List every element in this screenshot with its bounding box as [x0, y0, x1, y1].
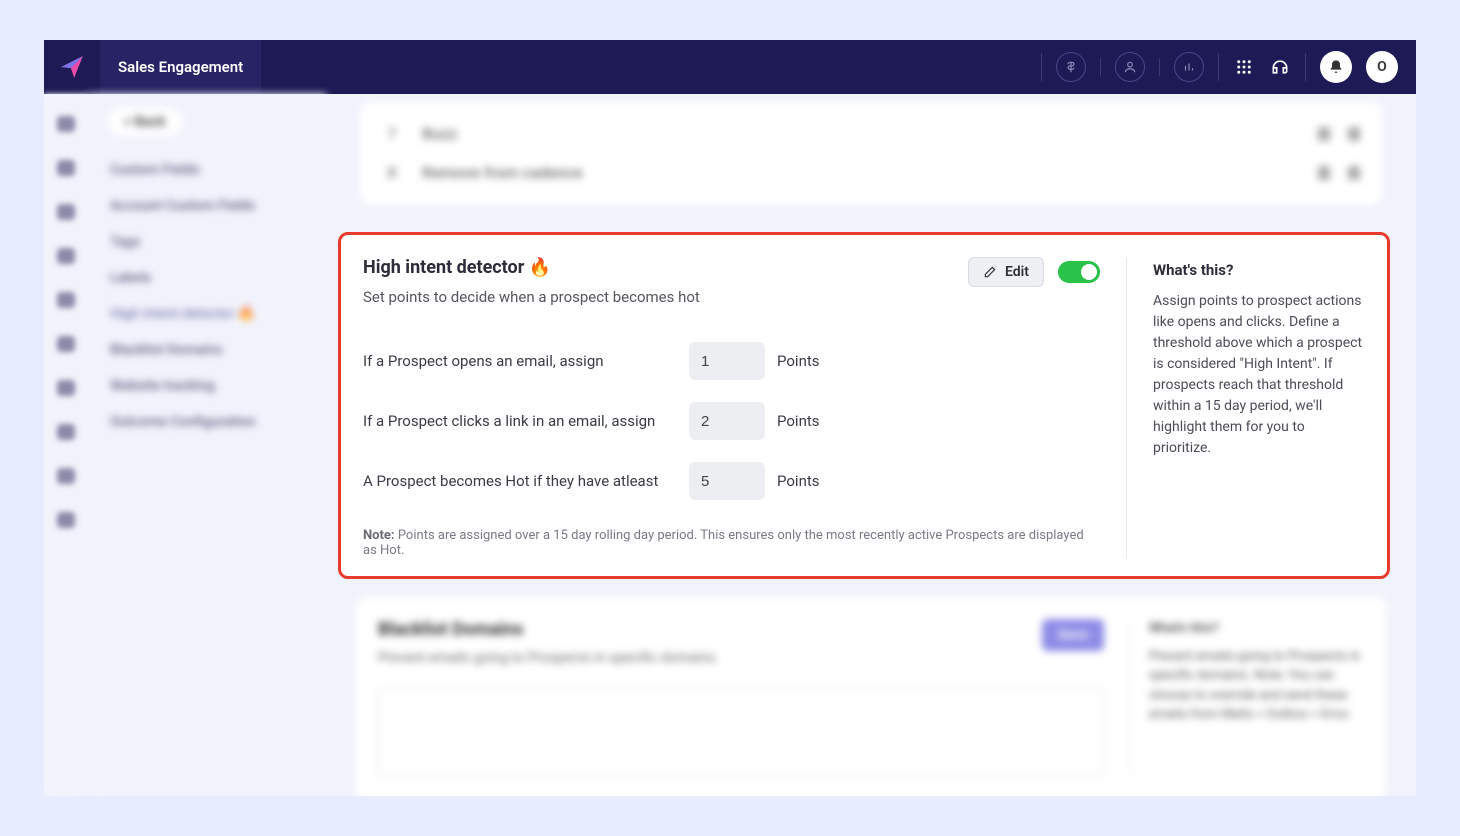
step-row: 7 Buzz	[378, 114, 1364, 153]
back-button[interactable]: < Back	[108, 108, 182, 136]
hid-actions: Edit	[968, 257, 1100, 287]
rule-label: If a Prospect opens an email, assign	[363, 352, 689, 370]
notifications-button[interactable]	[1320, 51, 1352, 83]
sidebar-item[interactable]: Website tracking	[108, 368, 306, 404]
hid-title: High intent detector 🔥	[363, 257, 700, 278]
hid-note: Note: Points are assigned over a 15 day …	[363, 528, 1100, 558]
analytics-icon[interactable]	[1174, 52, 1204, 82]
nav-mini-separator	[1100, 58, 1101, 76]
bb-help: What's this? Prevent emails going to Pro…	[1128, 619, 1364, 778]
dialpad-icon[interactable]	[1233, 56, 1255, 78]
avatar-initial: O	[1377, 59, 1387, 75]
step-label: Buzz	[422, 124, 457, 143]
toggle-knob	[1081, 264, 1097, 280]
step-number: 8	[382, 163, 402, 182]
blurred-steps-card-wrapper: 7 Buzz 8 Remove from cadence	[326, 102, 1416, 204]
blacklist-domains-input[interactable]	[378, 688, 1104, 778]
edit-button-label: Edit	[1005, 264, 1029, 280]
nav-separator	[1041, 53, 1042, 81]
step-label: Remove from cadence	[422, 163, 583, 182]
sidebar-item[interactable]: Blacklist Domains	[108, 332, 306, 368]
settings-side-panel: < Back Custom Fields Account Custom Fiel…	[88, 94, 326, 796]
rule-unit: Points	[777, 412, 820, 430]
rail-icon[interactable]	[57, 248, 75, 264]
hid-main-column: High intent detector 🔥 Set points to dec…	[363, 257, 1124, 558]
rule-row-hot-threshold: A Prospect becomes Hot if they have atle…	[363, 462, 1100, 500]
body-row: < Back Custom Fields Account Custom Fiel…	[44, 94, 1416, 796]
rail-icon[interactable]	[57, 468, 75, 484]
note-prefix: Note:	[363, 528, 395, 543]
edit-button[interactable]: Edit	[968, 257, 1044, 287]
rail-icon[interactable]	[57, 292, 75, 308]
navbar-right-cluster: O	[1041, 51, 1416, 83]
rule-unit: Points	[777, 472, 820, 490]
blacklist-domains-card: Blacklist Domains Prevent emails going t…	[356, 597, 1386, 796]
whats-this-title: What's this?	[1153, 261, 1365, 279]
sidebar-item[interactable]: Tags	[108, 224, 306, 260]
rail-icon[interactable]	[57, 160, 75, 176]
rail-icon[interactable]	[57, 380, 75, 396]
blacklist-subtitle: Prevent emails going to Prospects in spe…	[378, 650, 1042, 666]
blacklist-title: Blacklist Domains	[378, 619, 1042, 640]
sidebar-item[interactable]: Outcome Configuration	[108, 404, 306, 440]
delete-icon[interactable]	[1348, 166, 1360, 180]
rule-label: A Prospect becomes Hot if they have atle…	[363, 472, 689, 490]
points-input-click[interactable]	[689, 402, 765, 440]
rule-label: If a Prospect clicks a link in an email,…	[363, 412, 689, 430]
sidebar-item[interactable]: Account Custom Fields	[108, 188, 306, 224]
bb-whats-body: Prevent emails going to Prospects in spe…	[1149, 647, 1364, 725]
note-body: Points are assigned over a 15 day rollin…	[363, 528, 1084, 558]
high-intent-detector-card: High intent detector 🔥 Set points to dec…	[338, 232, 1390, 579]
step-row: 8 Remove from cadence	[378, 153, 1364, 192]
user-icon[interactable]	[1115, 52, 1145, 82]
bb-whats-title: What's this?	[1149, 619, 1364, 639]
hid-subtitle: Set points to decide when a prospect bec…	[363, 288, 700, 306]
left-icon-rail	[44, 94, 88, 796]
whats-this-body: Assign points to prospect actions like o…	[1153, 291, 1365, 459]
save-button[interactable]: Save	[1042, 619, 1104, 651]
delete-icon[interactable]	[1348, 127, 1360, 141]
rule-row-click-link: If a Prospect clicks a link in an email,…	[363, 402, 1100, 440]
rail-icon[interactable]	[57, 204, 75, 220]
nav-separator	[1305, 53, 1306, 81]
bell-icon	[1328, 59, 1344, 75]
module-title-label: Sales Engagement	[118, 58, 243, 76]
hid-enable-toggle[interactable]	[1058, 261, 1100, 283]
hid-help-column: What's this? Assign points to prospect a…	[1129, 257, 1365, 558]
blurred-bottom-wrapper: Blacklist Domains Prevent emails going t…	[326, 597, 1416, 796]
pencil-icon	[983, 265, 997, 279]
step-number: 7	[382, 124, 402, 143]
top-navbar: Sales Engagement	[44, 40, 1416, 94]
edit-icon[interactable]	[1318, 127, 1330, 141]
user-avatar[interactable]: O	[1366, 51, 1398, 83]
points-input-threshold[interactable]	[689, 462, 765, 500]
module-title[interactable]: Sales Engagement	[100, 40, 261, 94]
sidebar-item[interactable]: Custom Fields	[108, 152, 306, 188]
rail-icon[interactable]	[57, 116, 75, 132]
rail-icon[interactable]	[57, 424, 75, 440]
app-logo[interactable]	[44, 40, 100, 94]
rail-icon[interactable]	[57, 336, 75, 352]
main-content: 7 Buzz 8 Remove from cadence	[326, 94, 1416, 796]
app-frame: Sales Engagement	[44, 40, 1416, 796]
rail-icon[interactable]	[57, 512, 75, 528]
sidebar-item-high-intent[interactable]: High intent detector 🔥	[108, 296, 306, 332]
sidebar-item[interactable]: Labels	[108, 260, 306, 296]
headset-icon[interactable]	[1269, 56, 1291, 78]
hid-column-separator	[1126, 257, 1127, 558]
steps-card: 7 Buzz 8 Remove from cadence	[360, 102, 1382, 204]
rule-unit: Points	[777, 352, 820, 370]
edit-icon[interactable]	[1318, 166, 1330, 180]
nav-separator	[1218, 53, 1219, 81]
hid-header: High intent detector 🔥 Set points to dec…	[363, 257, 1100, 306]
nav-mini-separator	[1159, 58, 1160, 76]
currency-icon[interactable]	[1056, 52, 1086, 82]
bb-left: Blacklist Domains Prevent emails going t…	[378, 619, 1104, 778]
paper-plane-icon	[59, 54, 85, 80]
rule-row-open-email: If a Prospect opens an email, assign Poi…	[363, 342, 1100, 380]
points-input-open[interactable]	[689, 342, 765, 380]
